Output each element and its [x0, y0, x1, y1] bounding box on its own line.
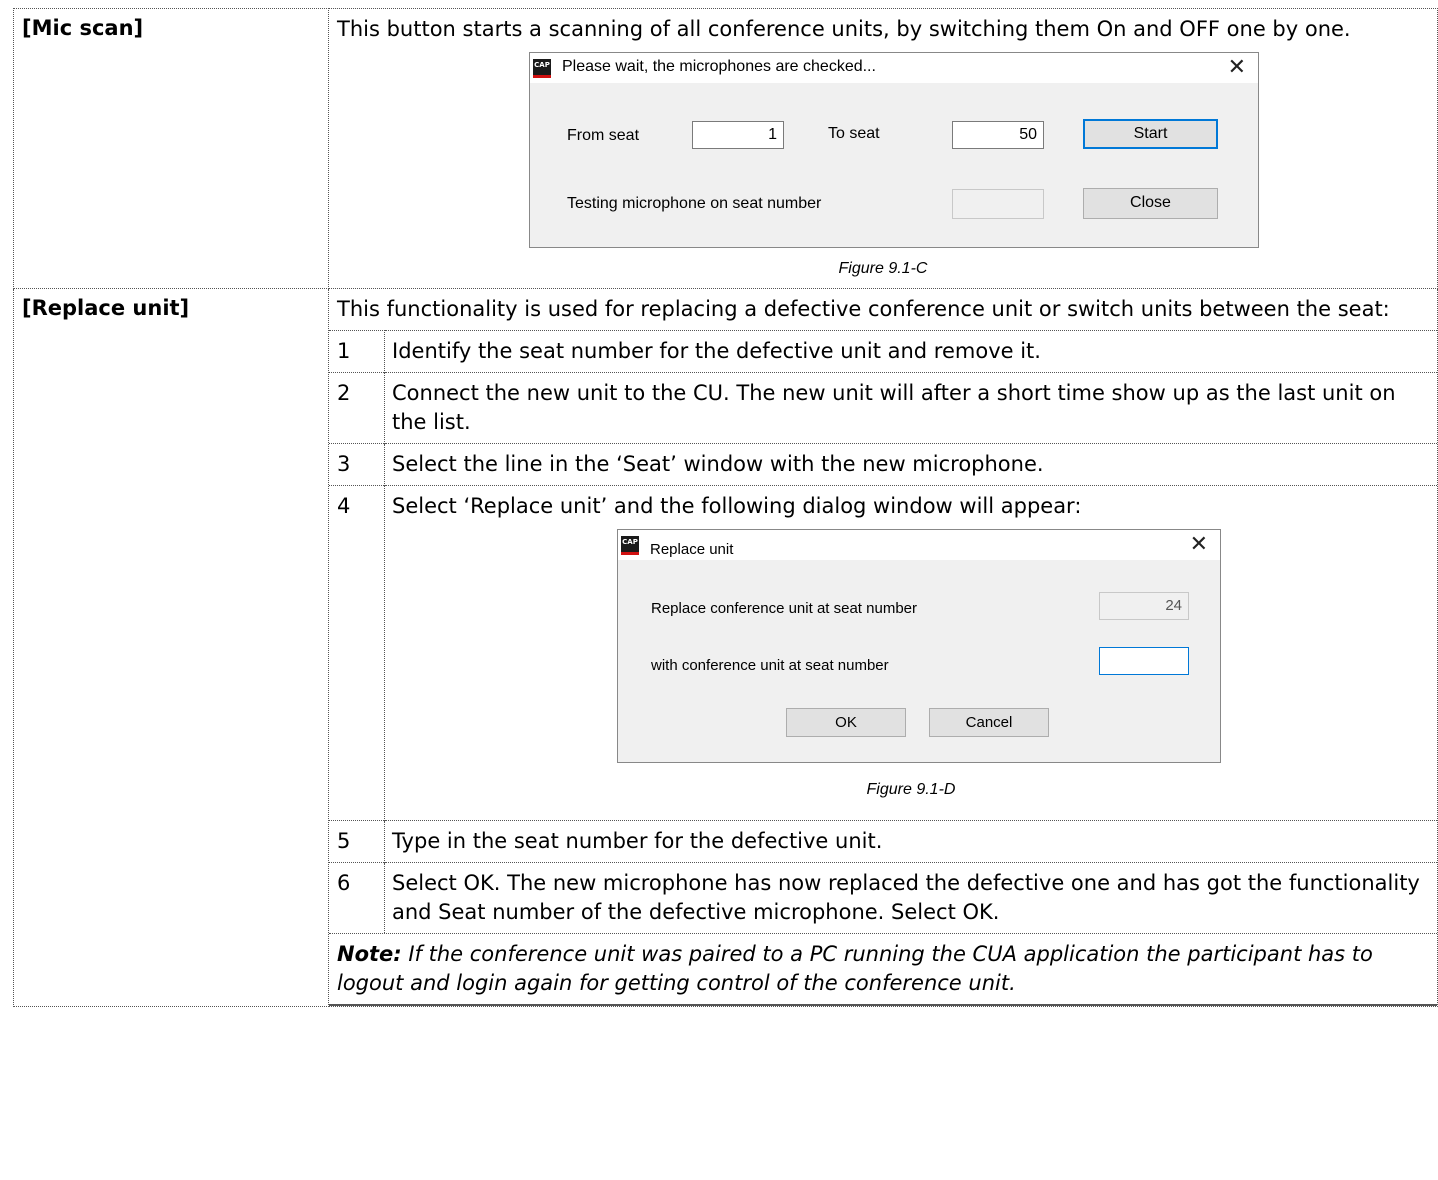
step-row: 2 Connect the new unit to the CU. The ne… — [329, 372, 1437, 444]
note-block: Note: If the conference unit was paired … — [329, 933, 1437, 1006]
step-row: 5 Type in the seat number for the defect… — [329, 820, 1437, 863]
step-text: Select ‘Replace unit’ and the following … — [392, 494, 1082, 518]
testing-seat-field — [952, 189, 1044, 219]
from-seat-input[interactable]: 1 — [692, 121, 784, 149]
step-text: Connect the new unit to the CU. The new … — [384, 372, 1437, 444]
step-row: 1 Identify the seat number for the defec… — [329, 330, 1437, 373]
document-page: [Mic scan] This button starts a scanning… — [0, 0, 1438, 1180]
ok-button[interactable]: OK — [786, 708, 906, 737]
step-text: Type in the seat number for the defectiv… — [384, 820, 1437, 863]
function-table: [Mic scan] This button starts a scanning… — [13, 8, 1438, 1007]
figure-caption-d: Figure 9.1-D — [866, 781, 956, 798]
note-label: Note: — [337, 942, 402, 966]
step-number: 2 — [329, 372, 385, 444]
step-content: Select ‘Replace unit’ and the following … — [384, 485, 1437, 821]
step-number: 1 — [329, 330, 385, 373]
step-text: Select the line in the ‘Seat’ window wit… — [384, 443, 1437, 486]
replace-seat-label: Replace conference unit at seat number — [651, 600, 917, 617]
replace-unit-content: This functionality is used for replacing… — [328, 288, 1438, 1007]
mic-scan-content: This button starts a scanning of all con… — [328, 8, 1438, 289]
step-number: 5 — [329, 820, 385, 863]
step-row: 6 Select OK. The new microphone has now … — [329, 862, 1437, 933]
replace-unit-row: [Replace unit] This functionality is use… — [13, 288, 1438, 1007]
step-text: Select OK. The new microphone has now re… — [384, 862, 1437, 933]
replace-unit-description: This functionality is used for replacing… — [337, 297, 1390, 321]
mic-scan-row: [Mic scan] This button starts a scanning… — [13, 8, 1438, 289]
dialog-titlebar: CAP Please wait, the microphones are che… — [530, 53, 1258, 83]
from-seat-label: From seat — [567, 127, 640, 144]
app-icon: CAP — [533, 59, 551, 78]
close-button[interactable]: Close — [1083, 188, 1218, 219]
to-seat-label: To seat — [828, 125, 880, 142]
step-row: 3 Select the line in the ‘Seat’ window w… — [329, 443, 1437, 486]
close-icon[interactable]: ✕ — [1228, 55, 1246, 81]
mic-scan-dialog: CAP Please wait, the microphones are che… — [529, 52, 1259, 248]
cancel-button[interactable]: Cancel — [929, 708, 1049, 737]
dialog-title: Please wait, the microphones are checked… — [562, 58, 876, 75]
with-seat-label: with conference unit at seat number — [651, 657, 889, 674]
replace-seat-field: 24 — [1099, 592, 1189, 620]
figure-caption-c: Figure 9.1-C — [838, 260, 928, 277]
start-button[interactable]: Start — [1083, 119, 1218, 149]
dialog-titlebar: CAP Replace unit ✕ — [618, 530, 1220, 560]
note-text: If the conference unit was paired to a P… — [337, 942, 1373, 995]
to-seat-input[interactable]: 50 — [952, 121, 1044, 149]
step-number: 3 — [329, 443, 385, 486]
replace-unit-label: [Replace unit] — [13, 288, 329, 1007]
steps-table: 1 Identify the seat number for the defec… — [329, 330, 1437, 933]
dialog-title: Replace unit — [650, 541, 734, 558]
close-icon[interactable]: ✕ — [1190, 532, 1208, 558]
step-text: Identify the seat number for the defecti… — [384, 330, 1437, 373]
replace-unit-dialog: CAP Replace unit ✕ Replace conference un… — [617, 529, 1221, 763]
testing-label: Testing microphone on seat number — [567, 195, 822, 212]
with-seat-input[interactable] — [1099, 647, 1189, 675]
step-row: 4 Select ‘Replace unit’ and the followin… — [329, 485, 1437, 821]
step-number: 6 — [329, 862, 385, 933]
mic-scan-label: [Mic scan] — [13, 8, 329, 289]
app-icon: CAP — [621, 536, 639, 555]
mic-scan-description: This button starts a scanning of all con… — [337, 17, 1351, 41]
step-number: 4 — [329, 485, 385, 821]
